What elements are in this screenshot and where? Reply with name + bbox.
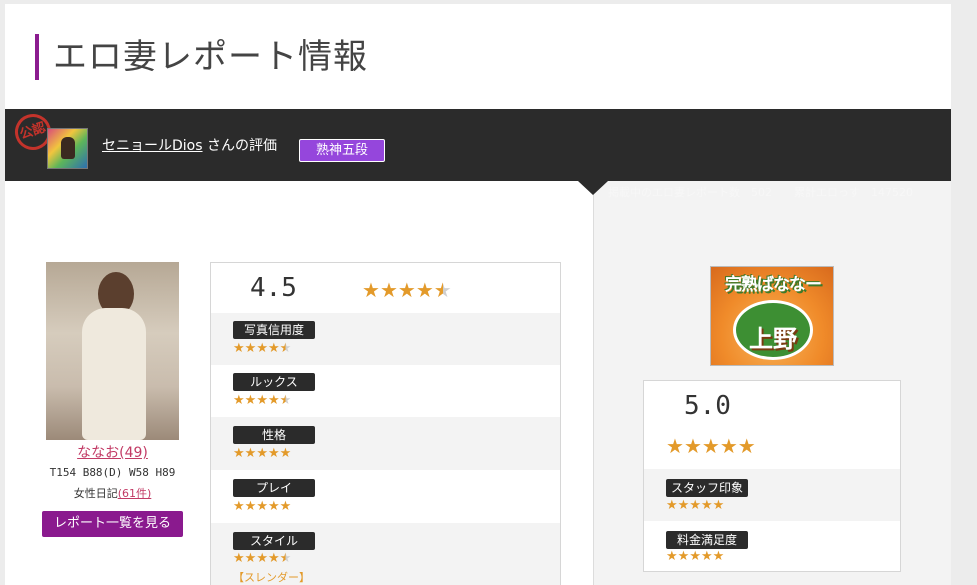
rating-row: プレイ ★★★★★ [211, 470, 560, 523]
page-title: エロ妻レポート情報 [53, 37, 368, 77]
rank-badge: 熟神五段 [299, 139, 385, 162]
shop-logo-main: 上野 [749, 325, 797, 353]
star-icon: ★ [244, 341, 257, 356]
star-icon: ★ [279, 393, 292, 408]
rating-stars: ★★★★★ [233, 446, 291, 461]
rating-stars: ★★★★★ [233, 499, 291, 514]
diary-count-link[interactable]: (61件) [118, 487, 152, 500]
star-icon: ★ [244, 499, 257, 514]
girl-overall-stars: ★★★★★ [362, 278, 452, 302]
star-icon: ★ [279, 551, 292, 566]
star-icon: ★ [719, 434, 738, 458]
rating-label: スタイル [233, 532, 315, 550]
reviewer-bar: 公認 セニョールDios さんの評価 熟神五段 [5, 109, 951, 181]
star-icon: ★ [433, 278, 452, 302]
star-icon: ★ [267, 499, 280, 514]
reviewer-stats: 掲載中のエロ妻レポート数 502 累計エロっす 147520 [608, 186, 913, 199]
shop-overall-score: 5.0 [684, 391, 731, 421]
pointer-arrow-icon [578, 181, 608, 195]
diary-label: 女性日記 [73, 487, 118, 500]
star-icon: ★ [689, 549, 701, 564]
shop-rating-card: 5.0 ★★★★★ スタッフ印象 ★★★★★ 料金満足度 ★★★★★ [643, 380, 901, 572]
star-icon: ★ [256, 551, 268, 566]
star-icon: ★ [256, 446, 268, 461]
rating-row: 性格 ★★★★★ [211, 417, 560, 470]
rating-stars: ★★★★★ [233, 393, 291, 408]
girl-name-link[interactable]: ななお(49) [46, 442, 179, 462]
rating-label: 写真信用度 [233, 321, 315, 339]
star-icon: ★ [267, 551, 280, 566]
shop-logo[interactable]: 完熟ばななー 上野 [710, 266, 834, 366]
rating-row: ルックス ★★★★★ [211, 365, 560, 417]
page-container: エロ妻レポート情報 公認 セニョールDios さんの評価 熟神五段 掲載中のエロ… [5, 4, 951, 585]
rating-label: 性格 [233, 426, 315, 444]
rating-stars: ★★★★★ [666, 549, 724, 564]
star-icon: ★ [279, 446, 292, 461]
reviewer-info: セニョールDios さんの評価 [102, 135, 277, 155]
shop-logo-text: 完熟ばななー [725, 275, 822, 295]
star-icon: ★ [701, 434, 720, 458]
star-icon: ★ [737, 434, 756, 458]
star-icon: ★ [244, 551, 257, 566]
star-icon: ★ [700, 549, 713, 564]
star-icon: ★ [244, 393, 257, 408]
star-icon: ★ [712, 498, 725, 513]
star-icon: ★ [379, 278, 398, 302]
star-icon: ★ [677, 549, 690, 564]
star-icon: ★ [689, 498, 701, 513]
girl-diary: 女性日記(61件) [46, 485, 179, 501]
star-icon: ★ [244, 446, 257, 461]
reviewer-suffix: さんの評価 [202, 138, 277, 154]
rating-stars: ★★★★★ [666, 498, 724, 513]
star-icon: ★ [279, 341, 292, 356]
star-icon: ★ [256, 393, 268, 408]
star-icon: ★ [279, 499, 292, 514]
star-icon: ★ [683, 434, 702, 458]
star-icon: ★ [712, 549, 725, 564]
rating-row: 料金満足度 ★★★★★ [644, 521, 900, 573]
star-icon: ★ [362, 278, 380, 302]
star-icon: ★ [397, 278, 416, 302]
rating-row: スタッフ印象 ★★★★★ [644, 469, 900, 521]
rating-label: スタッフ印象 [666, 479, 748, 497]
rating-row: 写真信用度 ★★★★★ [211, 313, 560, 365]
star-icon: ★ [233, 499, 245, 514]
star-icon: ★ [233, 446, 245, 461]
star-icon: ★ [267, 446, 280, 461]
star-icon: ★ [666, 498, 678, 513]
rating-label: プレイ [233, 479, 315, 497]
star-icon: ★ [267, 341, 280, 356]
star-icon: ★ [233, 551, 245, 566]
rating-stars: ★★★★★ [233, 341, 291, 356]
reviewer-name-link[interactable]: セニョールDios [102, 138, 203, 154]
rating-stars: ★★★★★ [233, 551, 291, 566]
star-icon: ★ [666, 434, 684, 458]
rating-label: 料金満足度 [666, 531, 748, 549]
rating-row: スタイル ★★★★★ 【スレンダー】 [211, 523, 560, 585]
report-list-button[interactable]: レポート一覧を見る [42, 511, 183, 537]
reviewer-avatar[interactable] [47, 128, 88, 169]
rating-note: 【スレンダー】 [233, 571, 310, 584]
star-icon: ★ [267, 393, 280, 408]
star-icon: ★ [233, 341, 245, 356]
girl-rating-card: 4.5 ★★★★★ 写真信用度 ★★★★★ ルックス ★★★★★ 性格 ★★★★… [210, 262, 561, 585]
girl-photo[interactable] [46, 262, 179, 440]
girl-spec: T154 B88(D) W58 H89 [49, 466, 176, 479]
star-icon: ★ [233, 393, 245, 408]
star-icon: ★ [677, 498, 690, 513]
star-icon: ★ [256, 341, 268, 356]
page-title-block: エロ妻レポート情報 [35, 34, 368, 80]
shop-overall-stars: ★★★★★ [666, 434, 756, 458]
rating-label: ルックス [233, 373, 315, 391]
star-icon: ★ [256, 499, 268, 514]
star-icon: ★ [700, 498, 713, 513]
girl-overall-score: 4.5 [250, 273, 297, 303]
star-icon: ★ [415, 278, 434, 302]
star-icon: ★ [666, 549, 678, 564]
